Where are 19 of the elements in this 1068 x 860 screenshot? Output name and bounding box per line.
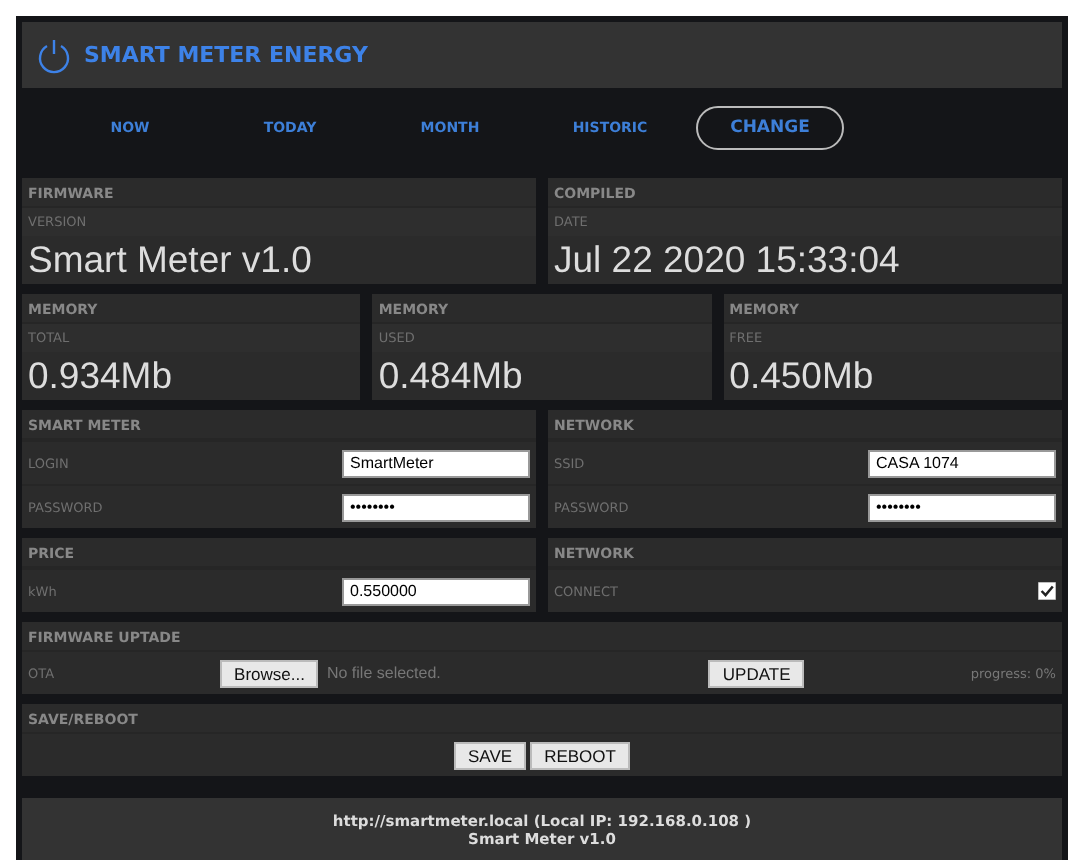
action-button[interactable]: REBOOT [530,741,630,769]
app-title: SMART METER ENERGY [84,42,368,68]
checkbox[interactable] [1038,582,1056,600]
input-field[interactable]: 0.550000 [342,577,530,605]
value-text: Jul 22 2020 15:33:04 [552,236,902,284]
nav-tab[interactable]: CHANGE [696,106,844,150]
value-text: Smart Meter v1.0 [26,236,314,284]
input-field[interactable]: SmartMeter [342,449,530,477]
value-text: 0.934Mb [26,352,174,400]
browse-button[interactable]: Browse... [220,659,319,687]
update-button[interactable]: UPDATE [708,659,805,687]
value-text: 0.484Mb [376,352,525,400]
input-field[interactable]: •••••••• [868,493,1056,521]
value-text: 0.450Mb [727,352,876,400]
input-field[interactable]: •••••••• [342,493,530,521]
input-field[interactable]: CASA 1074 [868,449,1056,477]
action-button[interactable]: SAVE [454,741,527,769]
file-status: No file selected. [326,664,441,682]
power-icon [36,37,72,73]
